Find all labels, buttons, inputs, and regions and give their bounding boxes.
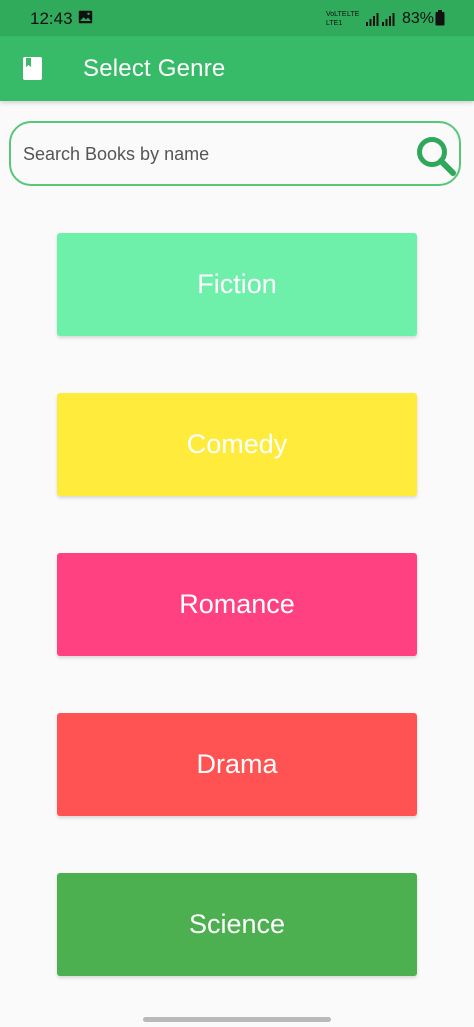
battery-icon — [435, 10, 445, 26]
app-bar: Select Genre — [0, 36, 474, 101]
status-bar: 12:43 VoLTE LTE1 LTE 83% — [0, 0, 474, 36]
page-title: Select Genre — [83, 55, 226, 82]
lte-label: LTE — [347, 11, 360, 18]
genre-science-button[interactable]: Science — [57, 873, 417, 976]
genre-romance-button[interactable]: Romance — [57, 553, 417, 656]
book-icon — [23, 57, 42, 80]
battery-percentage: 83% — [402, 10, 435, 27]
status-time: 12:43 — [30, 9, 73, 28]
genre-fiction-button[interactable]: Fiction — [57, 233, 417, 336]
network-bottom-label: LTE1 — [326, 20, 342, 27]
genre-comedy-button[interactable]: Comedy — [57, 393, 417, 496]
gallery-icon — [78, 10, 93, 24]
genre-drama-button[interactable]: Drama — [57, 713, 417, 816]
search-icon[interactable] — [415, 135, 457, 177]
network-top-label: VoLTE — [326, 11, 347, 18]
search-input[interactable] — [23, 138, 403, 170]
search-box[interactable] — [9, 121, 461, 186]
signal-icon: VoLTE LTE1 LTE — [326, 11, 395, 27]
home-indicator[interactable] — [143, 1017, 331, 1022]
